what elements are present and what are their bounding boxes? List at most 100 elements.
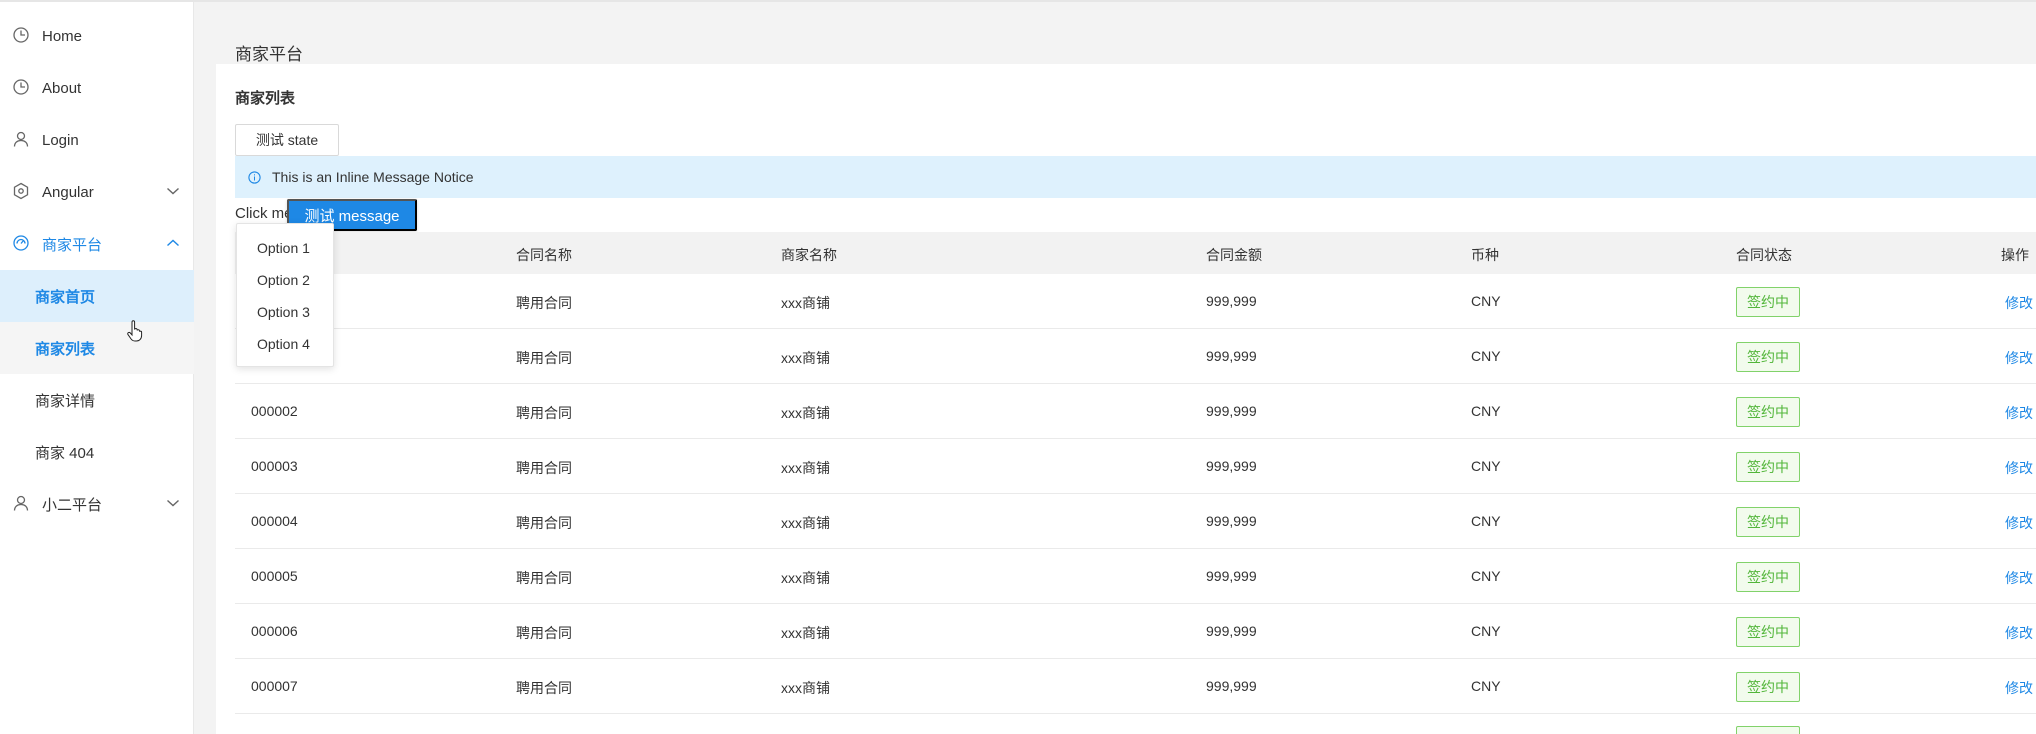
dropdown-menu: Option 1 Option 2 Option 3 Option 4 (236, 223, 334, 367)
cell-amount: 999,999 (1206, 623, 1257, 639)
table-row: 000005 聘用合同 xxx商铺 999,999 CNY 签约中 修改 (235, 549, 2036, 604)
test-state-button[interactable]: 测试 state (235, 124, 339, 156)
sidebar-item-angular[interactable]: Angular (0, 166, 194, 218)
dropdown-option-4[interactable]: Option 4 (257, 336, 310, 352)
edit-link[interactable]: 修改 (2005, 403, 2033, 423)
sidebar-item-label: 商家平台 (42, 236, 103, 254)
sidebar-item-label: About (42, 79, 82, 97)
cell-currency: CNY (1471, 513, 1501, 529)
cell-contract-name: 聘用合同 (516, 570, 572, 586)
cell-currency: CNY (1471, 348, 1501, 364)
hexagon-icon (13, 182, 29, 200)
cell-contract-name: 聘用合同 (516, 295, 572, 311)
sidebar-item-label: Angular (42, 183, 94, 201)
inline-message-notice: This is an Inline Message Notice (235, 156, 2036, 198)
table-row: 000007 聘用合同 xxx商铺 999,999 CNY 签约中 修改 (235, 659, 2036, 714)
cell-currency: CNY (1471, 293, 1501, 309)
column-header-contract-name: 合同名称 (516, 247, 572, 263)
cell-id: 000003 (251, 458, 298, 474)
cell-merchant-name: xxx商铺 (781, 680, 830, 696)
sidebar-subitem-merchant-detail[interactable]: 商家详情 (0, 374, 194, 426)
sidebar-subitem-merchant-home[interactable]: 商家首页 (0, 270, 194, 322)
sidebar-item-about[interactable]: About (0, 62, 194, 114)
sidebar-item-label: Login (42, 131, 79, 149)
status-badge: 签约中 (1736, 672, 1800, 702)
cell-amount: 999,999 (1206, 568, 1257, 584)
cell-currency: CNY (1471, 678, 1501, 694)
table-row: 000004 聘用合同 xxx商铺 999,999 CNY 签约中 修改 (235, 494, 2036, 549)
info-icon (248, 171, 261, 184)
dropdown-option-2[interactable]: Option 2 (257, 272, 310, 288)
cell-amount: 999,999 (1206, 403, 1257, 419)
sidebar-item-home[interactable]: Home (0, 10, 194, 62)
sidebar-subitem-merchant-list[interactable]: 商家列表 (0, 322, 194, 374)
table-row: 000006 聘用合同 xxx商铺 999,999 CNY 签约中 修改 (235, 604, 2036, 659)
edit-link[interactable]: 修改 (2005, 568, 2033, 588)
sidebar: Home About Login Angular 商家平台 商家首页 商家列表 … (0, 2, 194, 734)
click-me-trigger[interactable]: Click me (235, 205, 293, 222)
edit-link[interactable]: 修改 (2005, 458, 2033, 478)
sidebar-item-login[interactable]: Login (0, 114, 194, 166)
cell-merchant-name: xxx商铺 (781, 295, 830, 311)
cell-currency: CNY (1471, 623, 1501, 639)
notice-text: This is an Inline Message Notice (272, 169, 474, 185)
cell-amount: 999,999 (1206, 348, 1257, 364)
dropdown-option-3[interactable]: Option 3 (257, 304, 310, 320)
cell-merchant-name: xxx商铺 (781, 625, 830, 641)
edit-link[interactable]: 修改 (2005, 513, 2033, 533)
cell-id: 000007 (251, 678, 298, 694)
cell-contract-name: 聘用合同 (516, 350, 572, 366)
sidebar-subitem-label: 商家详情 (35, 392, 96, 410)
sidebar-item-label: Home (42, 27, 83, 45)
clock-icon (13, 79, 29, 95)
cell-merchant-name: xxx商铺 (781, 405, 830, 421)
cell-contract-name: 聘用合同 (516, 405, 572, 421)
cell-id: 000002 (251, 403, 298, 419)
user-icon (13, 495, 29, 511)
sidebar-subitem-label: 商家列表 (35, 340, 96, 358)
cell-amount: 999,999 (1206, 458, 1257, 474)
table-row: 000002 聘用合同 xxx商铺 999,999 CNY 签约中 修改 (235, 384, 2036, 439)
edit-link[interactable]: 修改 (2005, 623, 2033, 643)
cell-contract-name: 聘用合同 (516, 625, 572, 641)
sidebar-item-merchant-platform[interactable]: 商家平台 (0, 218, 194, 270)
column-header-contract-amount: 合同金额 (1206, 247, 1262, 263)
status-badge: 签约中 (1736, 342, 1800, 372)
edit-link[interactable]: 修改 (2005, 348, 2033, 368)
cell-id: 000006 (251, 623, 298, 639)
dropdown-option-1[interactable]: Option 1 (257, 240, 310, 256)
cell-merchant-name: xxx商铺 (781, 460, 830, 476)
chevron-up-icon (167, 239, 179, 247)
cell-contract-name: 聘用合同 (516, 680, 572, 696)
cell-currency: CNY (1471, 568, 1501, 584)
edit-link[interactable]: 修改 (2005, 293, 2033, 313)
cell-merchant-name: xxx商铺 (781, 570, 830, 586)
column-header-currency: 币种 (1471, 247, 1499, 263)
cell-id: 000005 (251, 568, 298, 584)
status-badge: 签约中 (1736, 617, 1800, 647)
cell-amount: 999,999 (1206, 678, 1257, 694)
table-header: 合同名称 商家名称 合同金额 币种 合同状态 操作 (235, 232, 2036, 274)
chevron-down-icon (167, 499, 179, 507)
sidebar-subitem-label: 商家 404 (35, 444, 95, 462)
sidebar-subitem-merchant-404[interactable]: 商家 404 (0, 426, 194, 478)
cell-currency: CNY (1471, 458, 1501, 474)
hand-pointer-icon (127, 320, 143, 342)
chevron-down-icon (167, 187, 179, 195)
status-badge: 签约中 (1736, 397, 1800, 427)
status-badge: 签约中 (1736, 562, 1800, 592)
status-badge: 签约中 (1736, 507, 1800, 537)
sidebar-item-label: 小二平台 (42, 496, 103, 514)
table-row: 聘用合同 xxx商铺 999,999 CNY 签约中 修改 (235, 274, 2036, 329)
top-border (0, 0, 2036, 2)
cell-contract-name: 聘用合同 (516, 515, 572, 531)
dashboard-icon (13, 235, 29, 251)
sidebar-subitem-label: 商家首页 (35, 288, 96, 306)
edit-link[interactable]: 修改 (2005, 678, 2033, 698)
card-title: 商家列表 (235, 90, 296, 107)
page-title: 商家平台 (235, 45, 303, 64)
status-badge-partial (1736, 726, 1800, 734)
sidebar-item-staff-platform[interactable]: 小二平台 (0, 478, 194, 530)
user-icon (13, 131, 29, 147)
cell-merchant-name: xxx商铺 (781, 515, 830, 531)
